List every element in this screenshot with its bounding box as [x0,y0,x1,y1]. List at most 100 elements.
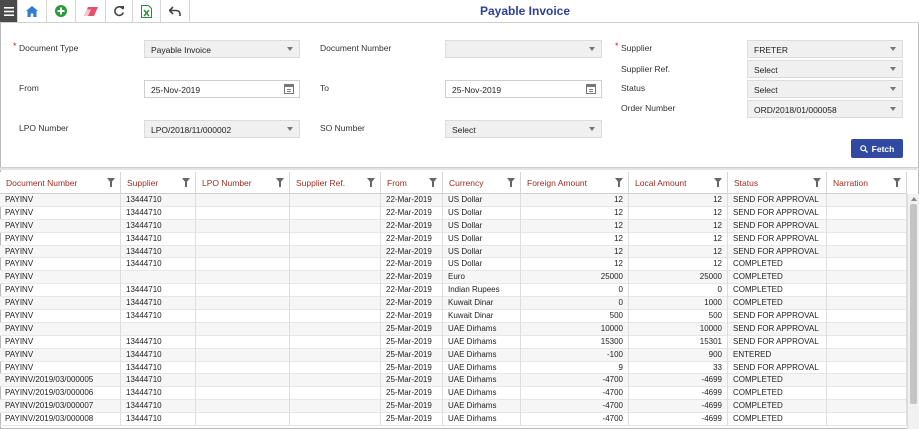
column-header-foreign-amount[interactable]: Foreign Amount [521,172,629,194]
filter-icon[interactable] [276,178,284,187]
supplier-ref-select[interactable]: Select [747,60,903,78]
cell-local-amount: 25000 [629,271,728,285]
cell-status: SEND FOR APPROVAL [728,219,827,233]
table-row[interactable]: PAYINV/2019/03/000008 13444710 25-Mar-2019… [0,413,907,427]
scroll-thumb[interactable] [910,204,917,404]
cell-local-amount: 900 [629,348,728,362]
cell-status: SEND FOR APPROVAL [728,245,827,259]
document-number-select[interactable] [445,40,602,58]
vertical-scrollbar[interactable] [907,194,919,429]
from-date-input[interactable]: 25-Nov-2019 [144,80,300,98]
cell-foreign-amount: 12 [521,206,629,220]
cell-narration [827,310,907,323]
cell-from: 25-Mar-2019 [381,361,443,375]
column-header-from[interactable]: From [381,172,443,194]
cell-local-amount: 12 [629,206,728,220]
cell-status: COMPLETED [728,297,827,311]
cell-narration [827,335,907,349]
supplier-value: FRETER [754,45,788,55]
filter-icon[interactable] [893,178,901,187]
cell-lpo-number [196,258,290,272]
table-row[interactable]: PAYINV 13444710 25-Mar-2019 UAE Dirhams 9 33 S… [0,361,907,375]
filter-icon[interactable] [429,178,437,187]
filter-icon[interactable] [813,178,821,187]
cell-supplier-ref [290,232,381,246]
cell-currency: US Dollar [443,245,521,259]
column-header-currency[interactable]: Currency [443,172,521,194]
table-row[interactable]: PAYINV 13444710 22-Mar-2019 Indian Rupees 0 0… [0,284,907,298]
status-select[interactable]: Select [747,80,903,98]
to-date-value: 25-Nov-2019 [452,85,502,95]
table-row[interactable]: PAYINV 13444710 22-Mar-2019 US Dollar 12 12 CO… [0,258,907,272]
document-type-value: Payable Invoice [151,45,212,55]
order-number-select[interactable]: ORD/2018/01/000058 [747,100,903,118]
cell-supplier: 13444710 [121,387,196,401]
table-row[interactable]: PAYINV 13444710 25-Mar-2019 UAE Dirhams -100… [0,348,907,362]
to-date-input[interactable]: 25-Nov-2019 [445,80,602,98]
status-label: Status [621,83,646,93]
table-row[interactable]: PAYINV 13444710 22-Mar-2019 US Dollar 12 12 SE… [0,245,907,259]
column-header-lpo-number[interactable]: LPO Number [196,172,290,194]
column-header-local-amount[interactable]: Local Amount [629,172,728,194]
cell-currency: UAE Dirhams [443,335,521,349]
cell-narration [827,206,907,220]
chevron-down-icon [890,67,896,71]
table-row[interactable]: PAYINV/2019/03/000005 13444710 25-Mar-2019… [0,374,907,388]
column-header-document-number[interactable]: Document Number [0,172,121,194]
filter-icon[interactable] [367,178,375,187]
required-marker: * [13,41,17,51]
column-header-label: LPO Number [202,178,252,188]
filter-icon[interactable] [107,178,115,187]
cell-from: 22-Mar-2019 [381,219,443,233]
document-type-select[interactable]: Payable Invoice [144,40,300,58]
fetch-button[interactable]: Fetch [851,139,903,158]
cell-lpo-number [196,194,290,207]
so-number-select[interactable]: Select [445,120,602,138]
column-header-narration[interactable]: Narration [827,172,907,194]
filter-icon[interactable] [615,178,623,187]
table-row[interactable]: PAYINV 13444710 22-Mar-2019 Kuwait Dinar 0 10… [0,297,907,311]
table-row[interactable]: PAYINV/2019/03/000006 13444710 25-Mar-2019… [0,387,907,401]
cell-currency: Kuwait Dinar [443,310,521,323]
column-header-supplier[interactable]: Supplier [121,172,196,194]
table-row[interactable]: PAYINV/2019/03/000007 13444710 25-Mar-2019… [0,400,907,414]
scroll-up-icon[interactable] [911,197,917,201]
filter-icon[interactable] [507,178,515,187]
column-header-label: Status [734,178,759,188]
cell-foreign-amount: 12 [521,258,629,272]
column-header-status[interactable]: Status [728,172,827,194]
table-row[interactable]: PAYINV 22-Mar-2019 Euro 25000 25000 COMPLETED [0,271,907,285]
cell-from: 22-Mar-2019 [381,297,443,311]
calendar-icon[interactable] [284,84,294,94]
table-row[interactable]: PAYINV 13444710 22-Mar-2019 US Dollar 12 12 SE… [0,206,907,220]
cell-currency: Indian Rupees [443,284,521,298]
table-row[interactable]: PAYINV 13444710 25-Mar-2019 UAE Dirhams 1530… [0,335,907,349]
cell-supplier: 13444710 [121,284,196,298]
table-row[interactable]: PAYINV 13444710 22-Mar-2019 US Dollar 12 12 SE… [0,194,907,207]
cell-supplier: 13444710 [121,206,196,220]
filter-icon[interactable] [182,178,190,187]
cell-lpo-number [196,232,290,246]
page-title: Payable Invoice [479,4,571,18]
column-header-supplier-ref[interactable]: Supplier Ref. [290,172,381,194]
required-marker: * [615,41,619,51]
table-row[interactable]: PAYINV 13444710 22-Mar-2019 US Dollar 12 12 SE… [0,219,907,233]
cell-from: 22-Mar-2019 [381,258,443,272]
cell-currency: US Dollar [443,219,521,233]
cell-narration [827,374,907,388]
cell-supplier-ref [290,310,381,323]
cell-status: COMPLETED [728,387,827,401]
cell-status: ENTERED [728,348,827,362]
filter-icon[interactable] [714,178,722,187]
table-row[interactable]: PAYINV 13444710 22-Mar-2019 US Dollar 12 12 SE… [0,232,907,246]
cell-narration [827,219,907,233]
calendar-icon[interactable] [586,84,596,94]
cell-supplier: 13444710 [121,297,196,311]
invoice-grid: Document Number Supplier LPO Number Supplie… [0,172,907,427]
cell-document-number: PAYINV [0,297,121,311]
supplier-select[interactable]: FRETER [747,40,903,58]
lpo-number-select[interactable]: LPO/2018/11/000002 [144,120,300,138]
table-row[interactable]: PAYINV 13444710 22-Mar-2019 Kuwait Dinar 500… [0,310,907,323]
cell-supplier: 13444710 [121,245,196,259]
table-row[interactable]: PAYINV 25-Mar-2019 UAE Dirhams 10000 10000 SE… [0,322,907,336]
